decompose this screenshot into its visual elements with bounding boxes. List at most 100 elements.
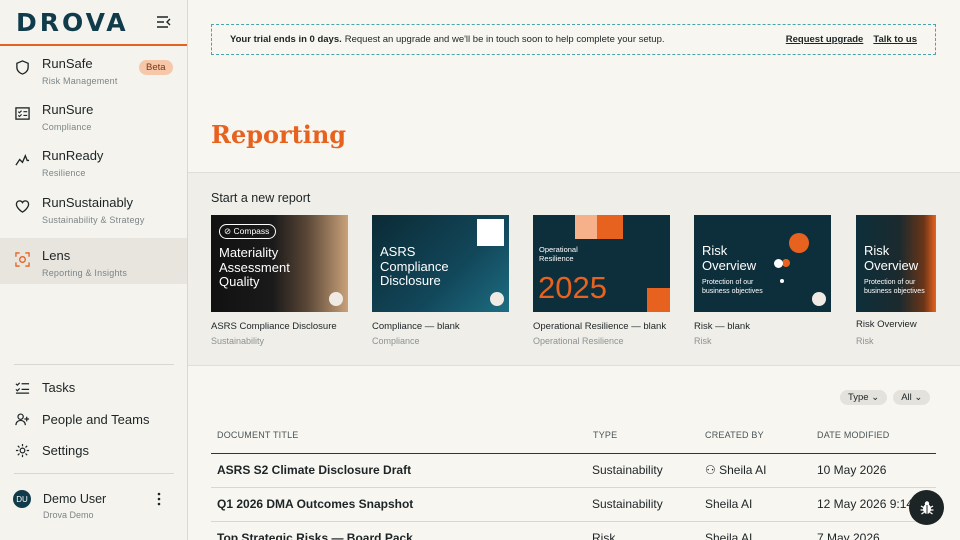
section-title: Start a new report (211, 191, 311, 205)
gear-icon (15, 443, 30, 458)
document-type: Risk (592, 531, 616, 540)
column-header-created-by[interactable]: CREATED BY (705, 430, 764, 440)
sidebar-item-sublabel: Compliance (42, 122, 92, 132)
template-name: Compliance — blank (372, 321, 460, 332)
thumbnail-title: Risk Overview (864, 243, 919, 273)
created-by: Sheila AI (705, 497, 753, 511)
sidebar-item-sublabel: Risk Management (42, 76, 118, 86)
brand-mark-icon (329, 292, 343, 306)
template-thumbnail: Risk Overview Protection of our business… (856, 215, 936, 312)
thumbnail-subtitle: Protection of our business objectives (702, 279, 763, 295)
sidebar-item-sublabel: Reporting & Insights (42, 268, 128, 278)
date-modified: 12 May 2026 9:14 (817, 497, 914, 511)
sidebar-divider (14, 473, 174, 474)
sidebar-item-sublabel: Resilience (42, 168, 86, 178)
shield-icon (16, 60, 29, 75)
column-header-type[interactable]: TYPE (593, 430, 617, 440)
sidebar-item-label: Settings (42, 443, 89, 458)
thumbnail-title: Materiality Assessment Quality (219, 245, 290, 289)
table-row[interactable]: Q1 2026 DMA Outcomes Snapshot Sustainabi… (211, 488, 936, 522)
page-title: Reporting (211, 120, 347, 149)
created-by: Sheila AI (705, 531, 753, 540)
sidebar-item-tasks[interactable]: Tasks (0, 375, 187, 399)
sidebar-item-lens[interactable]: Lens Reporting & Insights (0, 238, 187, 284)
sidebar-divider (14, 364, 174, 365)
heart-icon (15, 200, 30, 213)
document-title[interactable]: Q1 2026 DMA Outcomes Snapshot (217, 497, 413, 511)
template-name: Operational Resilience — blank (533, 321, 667, 332)
collapse-sidebar-icon[interactable] (157, 16, 171, 28)
report-template-card[interactable]: ASRS Compliance Disclosure Compliance — … (372, 215, 509, 346)
trial-banner: Your trial ends in 0 days. Request an up… (211, 24, 936, 55)
beta-badge: Beta (139, 60, 173, 75)
sidebar-item-label: Tasks (42, 380, 76, 395)
filter-bar: Type ⌄ All ⌄ (840, 390, 931, 405)
sidebar-item-label: RunSafe (42, 56, 93, 71)
sidebar-item-runready[interactable]: RunReady Resilience (0, 138, 187, 184)
sidebar-item-label: Lens (42, 248, 71, 263)
avatar[interactable]: DU (13, 490, 31, 508)
template-name: Risk — blank (694, 321, 750, 332)
template-thumbnail: ASRS Compliance Disclosure (372, 215, 509, 312)
trial-banner-headline: Your trial ends in 0 days. (230, 34, 342, 45)
template-category: Compliance (372, 336, 420, 346)
lens-icon (15, 252, 30, 267)
more-options-icon[interactable] (155, 492, 163, 506)
template-category: Risk (856, 336, 874, 346)
report-template-card[interactable]: ⊘ Compass Materiality Assessment Quality… (211, 215, 348, 346)
report-template-card[interactable]: Risk Overview Protection of our business… (856, 215, 936, 346)
chevron-down-icon: ⌄ (871, 392, 880, 403)
compass-icon: ⊘ (224, 226, 232, 236)
sidebar-item-runsustainably[interactable]: RunSustainably Sustainability & Strategy (0, 185, 187, 231)
document-type: Sustainability (592, 497, 663, 511)
people-icon (15, 413, 30, 426)
thumbnail-title: Operational Resilience (539, 245, 578, 263)
sidebar-item-people[interactable]: People and Teams (0, 407, 187, 431)
user-org: Drova Demo (43, 510, 94, 520)
sidebar-item-label: People and Teams (42, 412, 150, 427)
template-category: Operational Resilience (533, 336, 624, 346)
table-row[interactable]: Top Strategic Risks — Board Pack Risk Sh… (211, 522, 936, 540)
sidebar-item-sublabel: Sustainability & Strategy (42, 215, 145, 225)
type-filter-dropdown[interactable]: Type ⌄ (840, 390, 888, 405)
document-type: Sustainability (592, 463, 663, 477)
talk-to-us-link[interactable]: Talk to us (873, 34, 917, 45)
template-thumbnail: Risk Overview Protection of our business… (694, 215, 831, 312)
drova-logo[interactable]: DROVA (16, 8, 129, 37)
chart-line-icon (15, 154, 30, 166)
template-thumbnail: Operational Resilience 2025 (533, 215, 670, 312)
document-title[interactable]: ASRS S2 Climate Disclosure Draft (217, 463, 411, 477)
sidebar-item-label: RunSure (42, 102, 94, 117)
brand-mark-icon (812, 292, 826, 306)
created-by-name: Sheila AI (719, 463, 767, 477)
user-name[interactable]: Demo User (43, 492, 106, 506)
sidebar-item-runsure[interactable]: RunSure Compliance (0, 92, 187, 138)
logo-bar: DROVA (0, 0, 187, 46)
thumbnail-title: ASRS Compliance Disclosure (380, 244, 449, 288)
crest-icon (477, 219, 504, 246)
compass-badge: ⊘ Compass (219, 224, 277, 239)
document-title[interactable]: Top Strategic Risks — Board Pack (217, 531, 413, 540)
bug-icon (920, 500, 933, 515)
date-modified: 7 May 2026 (817, 531, 880, 540)
report-template-card[interactable]: Operational Resilience 2025 Operational … (533, 215, 670, 346)
template-thumbnail: ⊘ Compass Materiality Assessment Quality (211, 215, 348, 312)
type-filter-label: Type (848, 392, 869, 403)
column-header-date-modified[interactable]: DATE MODIFIED (817, 430, 889, 440)
report-template-card[interactable]: Risk Overview Protection of our business… (694, 215, 831, 346)
request-upgrade-link[interactable]: Request upgrade (786, 34, 864, 45)
table-row[interactable]: ASRS S2 Climate Disclosure Draft Sustain… (211, 454, 936, 488)
chevron-down-icon: ⌄ (914, 392, 923, 403)
sidebar-item-label: RunReady (42, 148, 104, 163)
sidebar-item-settings[interactable]: Settings (0, 438, 187, 462)
thumbnail-year: 2025 (538, 270, 607, 305)
template-category: Sustainability (211, 336, 265, 346)
column-header-title[interactable]: DOCUMENT TITLE (217, 430, 298, 440)
tasks-icon (15, 382, 30, 394)
checklist-icon (15, 107, 30, 120)
all-filter-dropdown[interactable]: All ⌄ (893, 390, 931, 405)
ai-avatar-icon: ⚇ (705, 463, 716, 477)
thumbnail-title: Risk Overview (702, 243, 757, 273)
bug-report-button[interactable] (909, 490, 944, 525)
all-filter-label: All (901, 392, 912, 403)
